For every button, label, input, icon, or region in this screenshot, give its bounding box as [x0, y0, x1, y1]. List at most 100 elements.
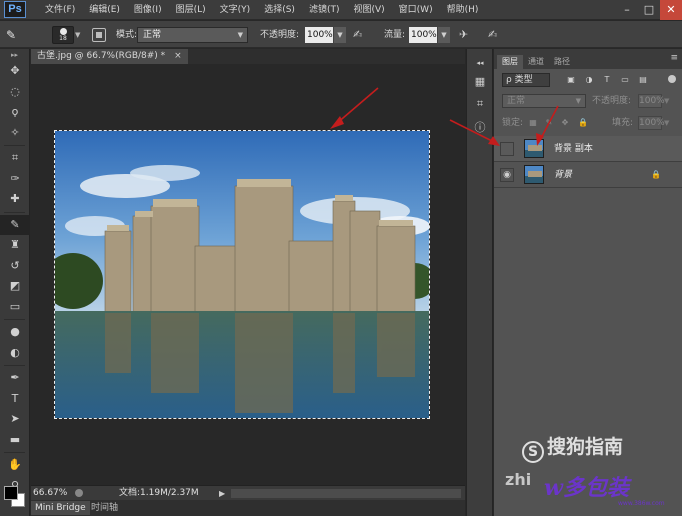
layer-name[interactable]: 背景: [554, 162, 572, 188]
pen-tool-icon[interactable]: ✒: [0, 368, 30, 389]
history-brush-tool-icon[interactable]: ↺: [0, 256, 30, 277]
close-icon[interactable]: ×: [174, 51, 182, 61]
mode-select[interactable]: 正常 ▼: [137, 27, 248, 43]
healing-brush-tool-icon[interactable]: ✚: [0, 189, 30, 210]
lock-icon: 🔒: [651, 170, 661, 179]
layer-opacity-label: 不透明度:: [592, 96, 632, 106]
filter-toggle[interactable]: [668, 75, 676, 83]
type-tool-icon[interactable]: T: [0, 389, 30, 410]
path-select-tool-icon[interactable]: ➤: [0, 409, 30, 430]
layer-opacity-input[interactable]: 100%: [638, 94, 665, 108]
zoom-value[interactable]: 66.67%: [33, 486, 67, 501]
menu-window[interactable]: 窗口(W): [392, 0, 440, 20]
layer-row[interactable]: 背景 副本: [494, 136, 682, 162]
tab-paths[interactable]: 路径: [549, 55, 575, 69]
menu-layer[interactable]: 图层(L): [169, 0, 213, 20]
tab-mini-bridge[interactable]: Mini Bridge: [31, 501, 90, 515]
hand-tool-icon[interactable]: ✋: [0, 455, 30, 476]
foreground-color-swatch[interactable]: [4, 486, 18, 500]
gradient-tool-icon[interactable]: ▭: [0, 297, 30, 318]
panel-dock: ◂◂ ▦ ⌗ ⓘ: [466, 49, 493, 516]
eyedropper-tool-icon[interactable]: ✑: [0, 169, 30, 190]
menu-view[interactable]: 视图(V): [346, 0, 391, 20]
site-watermark: w多包装 www.386w.com: [534, 470, 676, 510]
site-watermark-url: www.386w.com: [618, 500, 665, 507]
dodge-tool-icon[interactable]: ◐: [0, 343, 30, 364]
brush-tip-icon: [59, 28, 67, 35]
chevron-down-icon[interactable]: ▼: [75, 26, 83, 44]
blur-tool-icon[interactable]: ●: [0, 322, 30, 343]
menu-image[interactable]: 图像(I): [127, 0, 169, 20]
panel-tabs: 图层 通道 路径: [497, 55, 575, 69]
collapse-icon[interactable]: ▸▸: [0, 49, 29, 61]
horizontal-scrollbar[interactable]: [231, 489, 461, 498]
adjustment-filter-icon[interactable]: ◑: [584, 74, 594, 85]
opacity-dropdown-button[interactable]: ▼: [334, 27, 346, 43]
crop-tool-icon[interactable]: ⌗: [0, 148, 30, 169]
castle-thumbnail: [525, 140, 543, 157]
eraser-tool-icon[interactable]: ◩: [0, 276, 30, 297]
history-panel-icon[interactable]: ▦: [470, 73, 490, 90]
clone-stamp-tool-icon[interactable]: ♜: [0, 235, 30, 256]
tab-layers[interactable]: 图层: [497, 55, 523, 69]
lock-transparency-icon[interactable]: ▦: [528, 117, 538, 129]
marquee-tool-icon[interactable]: ◌: [0, 82, 30, 103]
close-button[interactable]: ✕: [660, 0, 682, 20]
shape-filter-icon[interactable]: ▭: [620, 74, 630, 85]
brush-tool-icon[interactable]: ✎: [0, 214, 30, 235]
visibility-toggle[interactable]: [500, 142, 514, 156]
flow-input[interactable]: 100%: [409, 27, 437, 43]
move-tool-icon[interactable]: ✥: [0, 61, 30, 82]
pressure-opacity-icon[interactable]: ✍: [353, 27, 369, 43]
layer-opacity-dropdown[interactable]: ▼: [664, 94, 674, 108]
pressure-size-icon[interactable]: ✍: [488, 27, 504, 43]
menu-edit[interactable]: 编辑(E): [82, 0, 127, 20]
menu-select[interactable]: 选择(S): [257, 0, 302, 20]
layer-thumbnail: [524, 165, 544, 184]
eye-icon[interactable]: ◉: [500, 168, 514, 182]
maximize-button[interactable]: □: [638, 0, 660, 20]
lock-position-icon[interactable]: ✥: [560, 117, 570, 129]
menu-file[interactable]: 文件(F): [38, 0, 82, 20]
canvas-image[interactable]: [54, 130, 430, 419]
minimize-button[interactable]: –: [616, 0, 638, 20]
pixel-filter-icon[interactable]: ▣: [566, 74, 576, 85]
layer-row[interactable]: ◉ 背景 🔒: [494, 162, 682, 188]
menu-help[interactable]: 帮助(H): [440, 0, 486, 20]
smart-object-filter-icon[interactable]: ▤: [638, 74, 648, 85]
opacity-input[interactable]: 100%: [305, 27, 333, 43]
type-filter-icon[interactable]: T: [602, 74, 612, 85]
menu-type[interactable]: 文字(Y): [213, 0, 258, 20]
flow-dropdown-button[interactable]: ▼: [438, 27, 450, 43]
fill-dropdown[interactable]: ▼: [664, 116, 674, 130]
status-menu-button[interactable]: ▶: [219, 486, 225, 501]
brush-panel-toggle-icon[interactable]: [92, 28, 106, 42]
airbrush-icon[interactable]: ✈: [459, 27, 475, 43]
chevron-down-icon: ▼: [575, 97, 581, 105]
canvas-area[interactable]: [31, 64, 465, 485]
tab-timeline[interactable]: 时间轴: [87, 501, 122, 515]
layer-filter-value: ρ 类型: [506, 75, 533, 85]
quick-select-tool-icon[interactable]: ✧: [0, 123, 30, 144]
lock-row: 锁定: ▦ ✎ ✥ 🔒 填充: 100% ▼: [498, 116, 678, 132]
shape-tool-icon[interactable]: ▬: [0, 430, 30, 451]
lock-all-icon[interactable]: 🔒: [578, 117, 588, 129]
collapse-icon[interactable]: ◂◂: [470, 55, 490, 72]
document-tab[interactable]: 古堡.jpg @ 66.7%(RGB/8#) * ×: [31, 49, 188, 64]
layer-filter-select[interactable]: ρ 类型: [502, 73, 550, 87]
brush-preset-picker[interactable]: 18: [52, 26, 74, 44]
lasso-tool-icon[interactable]: ϙ: [0, 102, 30, 123]
fill-input[interactable]: 100%: [638, 116, 665, 130]
info-panel-icon[interactable]: ⓘ: [470, 119, 490, 136]
tools-panel: ▸▸ ✥ ◌ ϙ ✧ ⌗ ✑ ✚ ✎ ♜ ↺ ◩ ▭ ● ◐ ✒ T ➤ ▬ ✋ ⚲: [0, 49, 30, 516]
blend-mode-select[interactable]: 正常 ▼: [502, 94, 586, 108]
tool-preset-picker[interactable]: ✎: [6, 26, 36, 44]
blend-mode-value: 正常: [507, 96, 526, 106]
panel-menu-icon[interactable]: ≡: [670, 53, 678, 63]
layer-name[interactable]: 背景 副本: [554, 136, 593, 162]
lock-pixels-icon[interactable]: ✎: [544, 117, 554, 129]
properties-panel-icon[interactable]: ⌗: [470, 95, 490, 112]
menu-filter[interactable]: 滤镜(T): [302, 0, 347, 20]
tab-channels[interactable]: 通道: [523, 55, 549, 69]
proof-status-icon[interactable]: [75, 489, 83, 497]
